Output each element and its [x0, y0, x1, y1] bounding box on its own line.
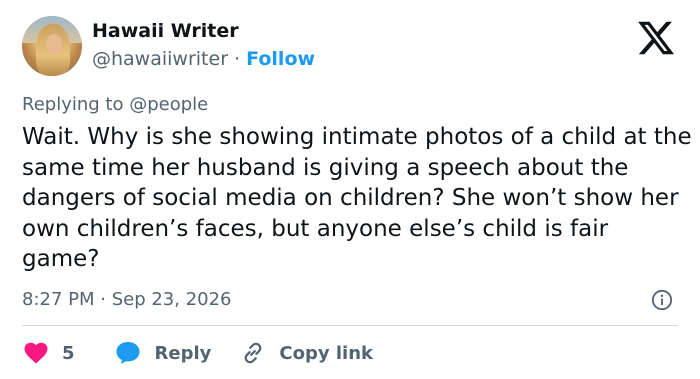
link-icon[interactable]	[241, 341, 265, 365]
tweet-text: Wait. Why is she showing intimate photos…	[22, 124, 692, 272]
avatar[interactable]	[22, 16, 82, 76]
copy-link-button[interactable]: Copy link	[279, 343, 373, 364]
heart-icon[interactable]	[24, 342, 48, 364]
divider	[22, 325, 678, 326]
reply-button[interactable]: Reply	[155, 343, 212, 364]
x-logo-icon[interactable]	[636, 18, 676, 58]
follow-button[interactable]: Follow	[246, 48, 315, 70]
author-handle[interactable]: @hawaiiwriter	[92, 48, 228, 70]
separator-dot: ·	[234, 48, 241, 70]
speech-bubble-icon[interactable]	[115, 341, 141, 365]
author-handle-row: @hawaiiwriter · Follow	[92, 48, 315, 70]
info-icon[interactable]	[651, 289, 673, 311]
avatar-face	[46, 34, 62, 54]
replying-to: Replying to @people	[22, 94, 209, 115]
tweet-timestamp[interactable]: 8:27 PM · Sep 23, 2026	[22, 289, 232, 310]
author-name[interactable]: Hawaii Writer	[92, 20, 239, 42]
like-count[interactable]: 5	[62, 343, 75, 364]
action-bar: 5 Reply Copy link	[22, 340, 373, 366]
